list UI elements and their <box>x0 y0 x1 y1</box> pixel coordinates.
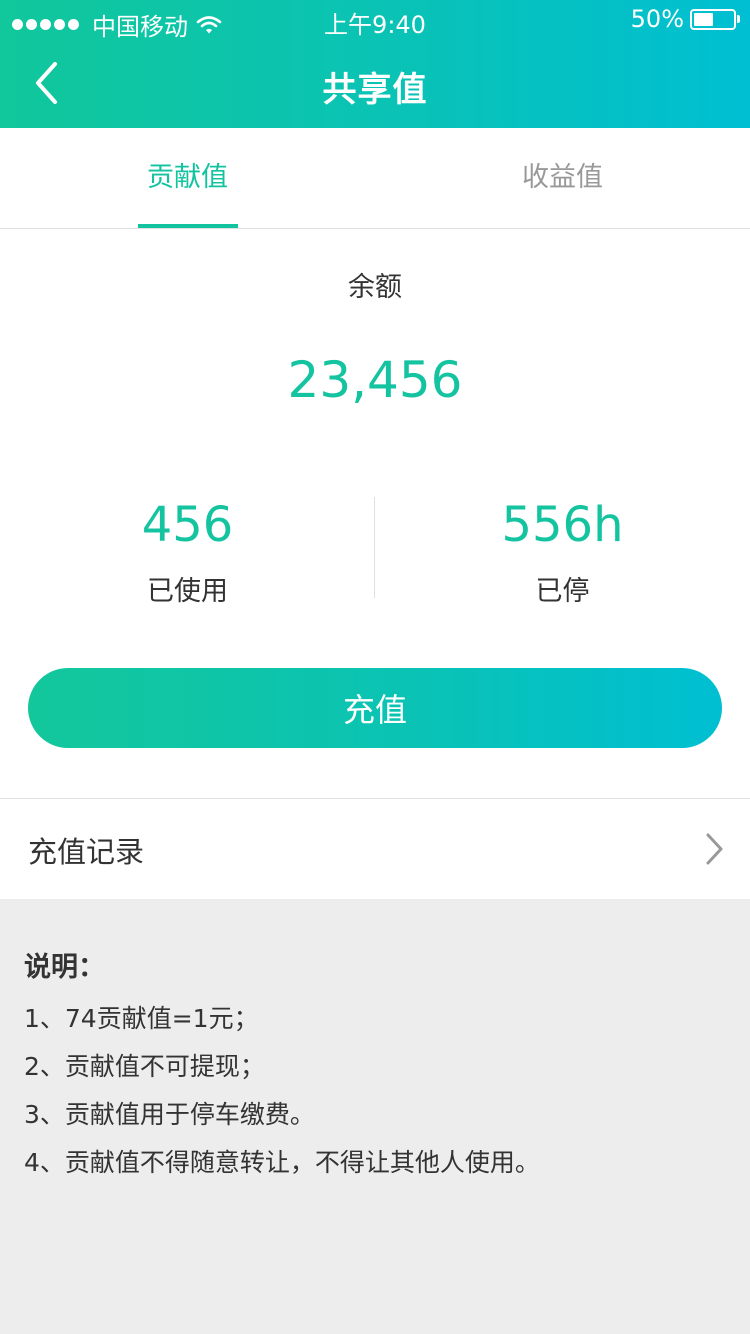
notes-section: 说明： 1、74贡献值=1元； 2、贡献值不可提现； 3、贡献值用于停车缴费。 … <box>0 899 750 1334</box>
chevron-right-icon <box>706 833 723 865</box>
battery-fill <box>694 12 713 26</box>
recharge-button[interactable]: 充值 <box>28 668 722 748</box>
stat-parked-label: 已停 <box>535 576 590 607</box>
tab-contribution[interactable]: 贡献值 <box>0 128 375 228</box>
note-item: 2、贡献值不可提现； <box>24 1052 265 1081</box>
balance-label: 余额 <box>348 272 402 303</box>
notes-list: 1、74贡献值=1元； 2、贡献值不可提现； 3、贡献值用于停车缴费。 4、贡献… <box>24 1003 540 1195</box>
note-item: 4、贡献值不得随意转让，不得让其他人使用。 <box>24 1148 540 1177</box>
tab-earnings[interactable]: 收益值 <box>375 128 750 228</box>
battery-percent: 50% <box>630 5 684 33</box>
recharge-record-label: 充值记录 <box>28 835 145 869</box>
battery-icon <box>690 8 736 30</box>
stat-used-value: 456 <box>141 497 234 553</box>
stat-parked: 556h 已停 <box>375 493 750 608</box>
page-title: 共享值 <box>322 70 428 110</box>
recharge-record-row[interactable]: 充值记录 <box>0 798 750 899</box>
stat-parked-value: 556h <box>501 497 624 553</box>
active-tab-indicator <box>138 224 238 228</box>
note-item: 1、74贡献值=1元； <box>24 1004 259 1033</box>
tab-bar: 贡献值 收益值 <box>0 128 750 229</box>
stat-used: 456 已使用 <box>0 493 375 608</box>
balance-value: 23,456 <box>287 351 463 409</box>
battery-tip <box>737 15 740 23</box>
note-item: 3、贡献值用于停车缴费。 <box>24 1100 315 1129</box>
nav-bar: 共享值 <box>0 40 750 128</box>
battery-indicator: 50% <box>631 5 740 33</box>
notes-title: 说明： <box>24 952 105 983</box>
stat-used-label: 已使用 <box>147 576 228 607</box>
header: 中国移动 上午9:40 50% 共享值 <box>0 0 750 128</box>
balance-panel: 余额 23,456 456 已使用 556h 已停 充值 <box>0 229 750 798</box>
status-bar: 中国移动 上午9:40 50% <box>0 0 750 41</box>
